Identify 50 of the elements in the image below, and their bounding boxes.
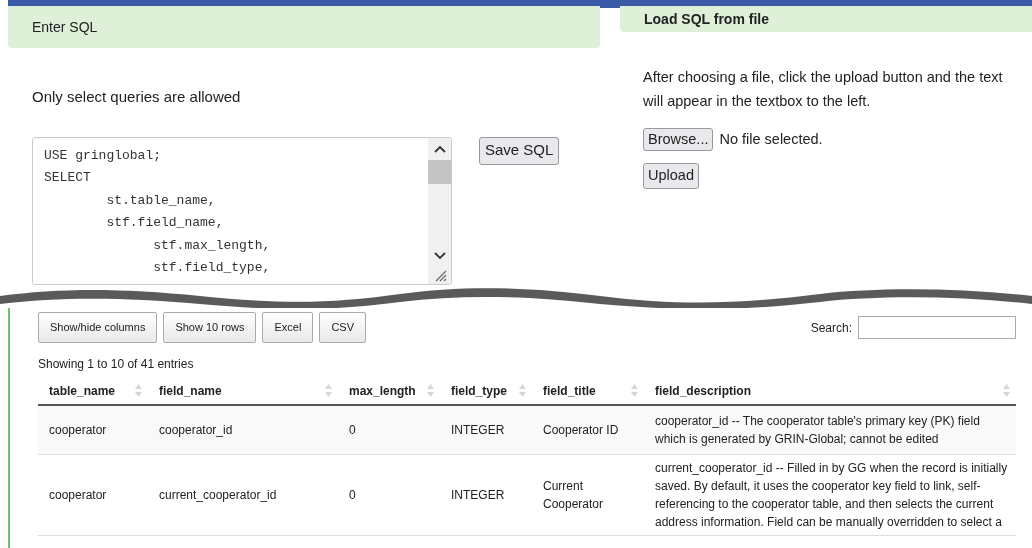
file-status-text: No file selected.	[719, 129, 823, 149]
browse-button[interactable]: Browse...	[643, 128, 714, 151]
table-cell-text: current_cooperator_id -- Filled in by GG when the record is initially saved. By default, it uses the cooperator key field to link, self-referencing to the cooperator table, and then selects the current address information. Field can be manually overridden to select a	[655, 460, 1009, 531]
table-cell-text: Current Cooperator	[543, 478, 605, 513]
table-cell-text: Cooperator ID	[543, 422, 620, 439]
panel-header: Load SQL from file	[620, 6, 1032, 32]
chevron-down-icon[interactable]	[433, 251, 446, 260]
table-cell-text: cooperator_id	[159, 422, 234, 439]
table-cell-text: cooperator	[49, 487, 108, 504]
column-header[interactable]: table_name	[49, 381, 116, 400]
sort-icon[interactable]	[631, 384, 638, 397]
instruction-text: After choosing a file, click the upload button and the text will appear in the textbox to the left.	[643, 68, 1004, 111]
table-cell-text: 0	[349, 422, 357, 439]
scrollbar-thumb[interactable]	[428, 159, 451, 184]
code-line: stf.field_name,	[105, 214, 224, 232]
sort-icon[interactable]	[427, 384, 434, 397]
code-line: st.table_name,	[105, 191, 216, 210]
sql-editor-field[interactable]: USE gringlobal; SELECT st.table_name, stf.field_name, stf.max_length, stf.field_type,	[32, 136, 452, 285]
toolbar-button[interactable]: Show/hide columns	[38, 312, 158, 343]
sort-icon[interactable]	[135, 384, 142, 397]
table-cell-text: cooperator	[49, 422, 108, 439]
chevron-up-icon[interactable]	[433, 144, 446, 153]
toolbar-button[interactable]: Excel	[262, 312, 314, 343]
table-cell-text: 0	[349, 487, 357, 504]
toolbar-button[interactable]: Show 10 rows	[163, 312, 257, 343]
table-cell-text: INTEGER	[451, 487, 506, 504]
code-line: USE gringlobal;	[44, 146, 162, 165]
search-field[interactable]	[858, 316, 1016, 339]
search-label: Search:	[810, 319, 852, 337]
entries-info: Showing 1 to 10 of 41 entries	[38, 356, 194, 373]
column-header[interactable]: max_length	[349, 381, 416, 400]
column-header[interactable]: field_type	[451, 381, 507, 400]
scrollbar[interactable]	[428, 137, 451, 284]
toolbar-button[interactable]: CSV	[319, 312, 366, 343]
upload-button[interactable]: Upload	[643, 163, 699, 189]
column-header[interactable]: field_title	[543, 381, 596, 400]
table-cell-text: current_cooperator_id	[159, 487, 278, 504]
sort-icon[interactable]	[519, 384, 526, 397]
table-cell-text: INTEGER	[451, 422, 506, 439]
instruction-text: Only select queries are allowed	[32, 87, 242, 107]
column-header[interactable]: field_name	[159, 381, 222, 400]
save-sql-button[interactable]: Save SQL	[479, 136, 560, 165]
code-line: stf.field_type,	[152, 259, 271, 277]
sort-icon[interactable]	[325, 384, 332, 397]
column-header[interactable]: field_description	[655, 381, 752, 400]
code-line: SELECT	[44, 169, 91, 187]
sort-icon[interactable]	[1003, 384, 1010, 397]
table-cell-text: cooperator_id -- The cooperator table's primary key (PK) field which is generated by GRIN-Global; cannot be edited	[655, 413, 981, 448]
panel-header: Enter SQL	[8, 6, 600, 48]
code-line: stf.max_length,	[152, 236, 271, 255]
